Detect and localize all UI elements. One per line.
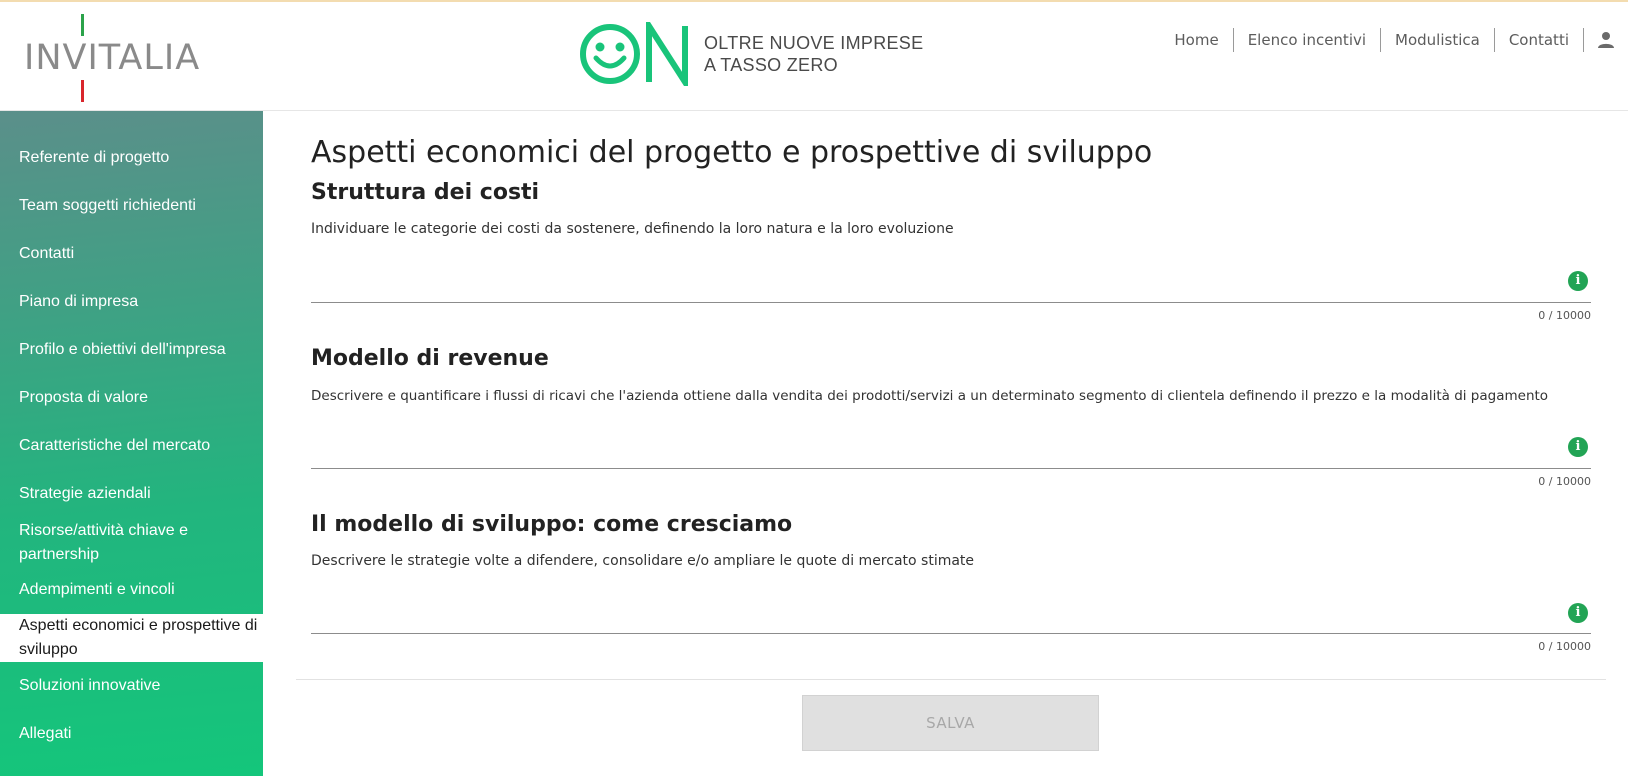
- nav-contatti[interactable]: Contatti: [1495, 28, 1584, 52]
- nav-elenco-incentivi[interactable]: Elenco incentivi: [1234, 28, 1382, 52]
- letter-n-mark: [646, 22, 688, 86]
- page-title: Aspetti economici del progetto e prospet…: [311, 135, 1153, 170]
- sidebar-item-piano-impresa[interactable]: Piano di impresa: [0, 290, 263, 314]
- on-logo[interactable]: ON OLTRE NUOVE IMPRESE A TASSO ZERO: [578, 14, 923, 94]
- section-desc-struttura-costi: Individuare le categorie dei costi da so…: [311, 221, 954, 237]
- nav-home[interactable]: Home: [1160, 28, 1234, 52]
- sidebar-item-strategie[interactable]: Strategie aziendali: [0, 482, 263, 506]
- sidebar: Referente di progetto Team soggetti rich…: [0, 111, 263, 776]
- sidebar-item-label: Aspetti economici e prospettive di svilu…: [19, 617, 258, 658]
- struttura-costi-textarea[interactable]: [311, 261, 1561, 301]
- char-counter: 0 / 10000: [1538, 640, 1591, 653]
- sidebar-item-allegati[interactable]: Allegati: [0, 722, 263, 746]
- tagline-line-1: OLTRE NUOVE IMPRESE: [704, 33, 924, 53]
- sidebar-item-referente[interactable]: Referente di progetto: [0, 146, 263, 170]
- modello-sviluppo-textarea[interactable]: [311, 593, 1561, 633]
- form-footer-divider: [296, 679, 1606, 680]
- char-counter: 0 / 10000: [1538, 475, 1591, 488]
- flag-red-bar: [81, 80, 84, 102]
- sidebar-item-proposta-valore[interactable]: Proposta di valore: [0, 386, 263, 410]
- invitalia-wordmark: INVITALIA: [24, 38, 201, 78]
- info-icon[interactable]: i: [1568, 437, 1588, 457]
- sidebar-item-aspetti-economici[interactable]: Aspetti economici e prospettive di svilu…: [0, 614, 263, 662]
- section-title-modello-sviluppo: Il modello di sviluppo: come cresciamo: [311, 512, 793, 537]
- top-navigation: Home Elenco incentivi Modulistica Contat…: [1160, 26, 1628, 54]
- info-icon[interactable]: i: [1568, 271, 1588, 291]
- flag-green-bar: [81, 14, 84, 36]
- char-counter: 0 / 10000: [1538, 309, 1591, 322]
- section-desc-modello-sviluppo: Descrivere le strategie volte a difender…: [311, 553, 975, 569]
- smiley-icon: [580, 24, 640, 84]
- sidebar-item-profilo-obiettivi[interactable]: Profilo e obiettivi dell'impresa: [0, 338, 263, 362]
- header: INVITALIA ON OLTRE NUOVE IMPRESE A TASSO…: [0, 0, 1628, 111]
- invitalia-logo[interactable]: INVITALIA: [24, 12, 199, 104]
- field-underline: [311, 468, 1591, 469]
- sidebar-item-soluzioni-innovative[interactable]: Soluzioni innovative: [0, 674, 263, 698]
- section-desc-modello-revenue: Descrivere e quantificare i flussi di ri…: [311, 388, 1549, 404]
- section-title-modello-revenue: Modello di revenue: [311, 346, 549, 371]
- sidebar-item-adempimenti[interactable]: Adempimenti e vincoli: [0, 578, 263, 602]
- sidebar-item-risorse[interactable]: Risorse/attività chiave e partnership: [0, 519, 220, 567]
- modello-revenue-textarea[interactable]: [311, 427, 1561, 467]
- field-underline: [311, 633, 1591, 634]
- nav-modulistica[interactable]: Modulistica: [1381, 28, 1495, 52]
- sidebar-item-team[interactable]: Team soggetti richiedenti: [0, 194, 263, 218]
- save-button[interactable]: SALVA: [802, 695, 1099, 751]
- user-icon[interactable]: [1584, 28, 1628, 52]
- sidebar-item-caratteristiche-mercato[interactable]: Caratteristiche del mercato: [0, 434, 263, 458]
- tagline: OLTRE NUOVE IMPRESE A TASSO ZERO: [704, 32, 923, 76]
- tagline-line-2: A TASSO ZERO: [704, 55, 838, 75]
- section-title-struttura-costi: Struttura dei costi: [311, 180, 540, 205]
- info-icon[interactable]: i: [1568, 603, 1588, 623]
- sidebar-item-contatti[interactable]: Contatti: [0, 242, 263, 266]
- field-underline: [311, 302, 1591, 303]
